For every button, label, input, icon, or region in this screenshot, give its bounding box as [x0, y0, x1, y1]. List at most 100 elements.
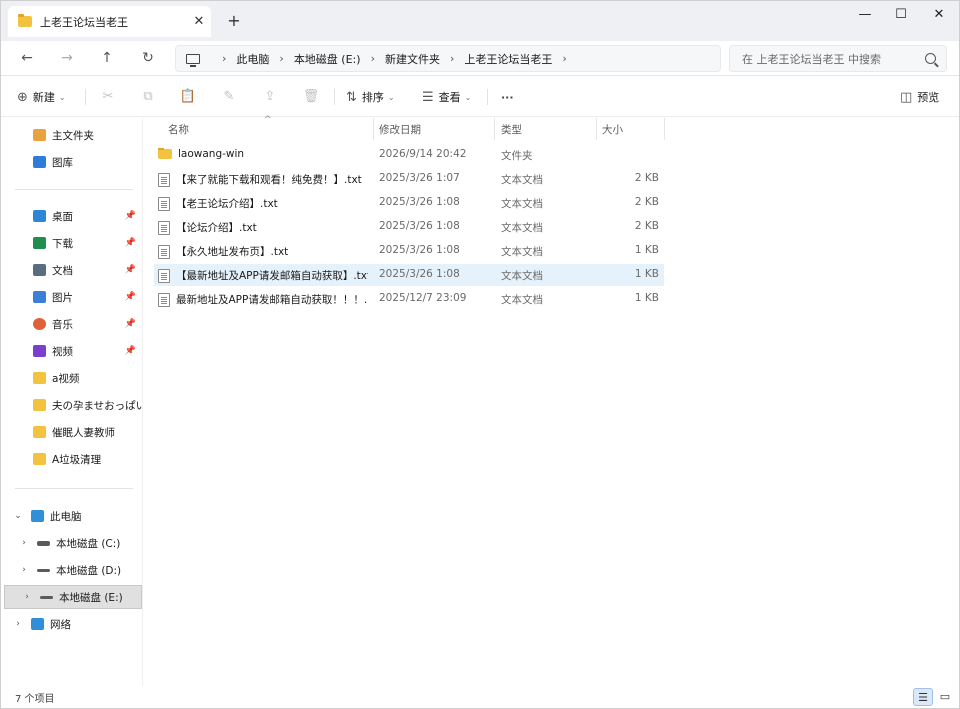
- sidebar-item-music[interactable]: 音乐 📌: [1, 312, 142, 336]
- file-date: 2025/3/26 1:08: [379, 244, 460, 256]
- new-button[interactable]: ⊕ 新建 ⌄: [17, 87, 66, 107]
- paste-icon[interactable]: 📋: [177, 87, 199, 107]
- column-divider[interactable]: [664, 118, 665, 140]
- close-button[interactable]: ✕: [921, 5, 957, 25]
- drive-icon: [40, 595, 53, 599]
- sidebar-item-folder[interactable]: 夫の孕ませおっぱい: [1, 393, 142, 417]
- file-name: laowang-win: [178, 148, 245, 160]
- forward-button[interactable]: →: [55, 47, 79, 69]
- file-row-selected[interactable]: 【最新地址及APP请发邮箱自动获取】.txt 2025/3/26 1:08 文本…: [154, 264, 664, 286]
- tab-close-icon[interactable]: ✕: [187, 14, 211, 29]
- file-size: 1 KB: [634, 292, 659, 304]
- up-button[interactable]: ↑: [95, 47, 119, 69]
- breadcrumb-separator: ›: [222, 52, 227, 65]
- breadcrumb-separator[interactable]: ›: [562, 52, 566, 65]
- drive-icon: [37, 568, 50, 572]
- sidebar-item-drive-c[interactable]: › 本地磁盘 (C:): [1, 531, 142, 555]
- breadcrumb-separator: ›: [279, 52, 284, 65]
- sort-button[interactable]: ⇅ 排序 ⌄: [346, 87, 395, 107]
- search-icon[interactable]: [925, 53, 936, 64]
- file-row[interactable]: 【论坛介绍】.txt 2025/3/26 1:08 文本文档 2 KB: [154, 216, 664, 238]
- file-row[interactable]: 【老王论坛介绍】.txt 2025/3/26 1:08 文本文档 2 KB: [154, 192, 664, 214]
- text-file-icon: [158, 220, 170, 235]
- sidebar-item-drive-d[interactable]: › 本地磁盘 (D:): [1, 558, 142, 582]
- sidebar-item-downloads[interactable]: 下载 📌: [1, 231, 142, 255]
- tab-current-folder[interactable]: 上老王论坛当老王 ✕: [8, 6, 211, 37]
- pin-icon: 📌: [124, 238, 136, 248]
- explorer-window: 上老王论坛当老王 ✕ + — ☐ ✕ ← → ↑ ↻ › 此电脑 › 本地磁盘 …: [0, 0, 960, 709]
- divider: [334, 89, 335, 105]
- breadcrumb-this-pc[interactable]: 此电脑: [236, 51, 269, 67]
- back-button[interactable]: ←: [15, 47, 39, 69]
- column-divider[interactable]: [373, 118, 374, 140]
- breadcrumb-new-folder[interactable]: 新建文件夹: [385, 51, 440, 67]
- view-button[interactable]: ☰ 查看 ⌄: [422, 87, 471, 107]
- sidebar-item-label: 网络: [50, 618, 71, 631]
- rename-icon[interactable]: ✎: [218, 87, 240, 107]
- folder-icon: [33, 372, 46, 384]
- navigation-pane: 主文件夹 图库 桌面 📌 下载 📌 文档 📌 图片 📌 音乐 📌 视频 📌 a视…: [1, 118, 143, 686]
- file-name: 【来了就能下载和观看！纯免费！】.txt: [176, 174, 362, 186]
- chevron-down-icon: ⌄: [58, 92, 66, 102]
- column-divider[interactable]: [494, 118, 495, 140]
- file-row[interactable]: 【永久地址发布页】.txt 2025/3/26 1:08 文本文档 1 KB: [154, 240, 664, 262]
- computer-icon: [31, 510, 44, 522]
- sidebar-item-network[interactable]: › 网络: [1, 612, 142, 636]
- status-bar: 7 个项目 ☰ ▭: [1, 686, 959, 708]
- chevron-right-icon[interactable]: ›: [17, 538, 31, 548]
- file-size: 2 KB: [634, 196, 659, 208]
- view-label: 查看: [438, 91, 461, 104]
- navigation-bar: ← → ↑ ↻ › 此电脑 › 本地磁盘 (E:) › 新建文件夹 › 上老王论…: [1, 41, 959, 76]
- sidebar-item-documents[interactable]: 文档 📌: [1, 258, 142, 282]
- share-icon[interactable]: ⇪: [259, 87, 281, 107]
- address-bar[interactable]: › 此电脑 › 本地磁盘 (E:) › 新建文件夹 › 上老王论坛当老王 ›: [175, 45, 721, 72]
- sidebar-item-drive-e[interactable]: › 本地磁盘 (E:): [4, 585, 142, 609]
- file-row[interactable]: 【来了就能下载和观看！纯免费！】.txt 2025/3/26 1:07 文本文档…: [154, 168, 664, 190]
- column-header-size[interactable]: 大小: [602, 122, 623, 137]
- desktop-icon: [33, 210, 46, 222]
- refresh-button[interactable]: ↻: [136, 47, 160, 69]
- folder-icon: [33, 399, 46, 411]
- sidebar-item-home[interactable]: 主文件夹: [1, 123, 142, 147]
- tiles-view-button[interactable]: ▭: [935, 688, 955, 706]
- pin-icon: 📌: [124, 319, 136, 329]
- more-options-button[interactable]: ···: [501, 87, 514, 107]
- file-row[interactable]: 最新地址及APP请发邮箱自动获取！！！... 2025/12/7 23:09 文…: [154, 288, 664, 310]
- sidebar-item-folder[interactable]: A垃圾清理: [1, 447, 142, 471]
- minimize-button[interactable]: —: [847, 5, 883, 25]
- file-row[interactable]: laowang-win 2026/9/14 20:42 文件夹: [154, 144, 664, 166]
- chevron-right-icon[interactable]: ›: [11, 619, 25, 629]
- cut-icon[interactable]: ✂: [97, 87, 119, 107]
- preview-button[interactable]: ◫ 预览: [900, 87, 939, 107]
- column-divider[interactable]: [596, 118, 597, 140]
- sidebar-item-gallery[interactable]: 图库: [1, 150, 142, 174]
- maximize-button[interactable]: ☐: [883, 5, 919, 25]
- column-header-date[interactable]: 修改日期: [379, 122, 421, 137]
- sidebar-divider: [15, 488, 133, 489]
- breadcrumb-drive-e[interactable]: 本地磁盘 (E:): [294, 51, 361, 67]
- delete-icon[interactable]: 🗑: [300, 87, 322, 107]
- column-header-name[interactable]: 名称: [168, 122, 189, 137]
- chevron-right-icon[interactable]: ›: [17, 565, 31, 575]
- download-icon: [33, 237, 46, 249]
- sidebar-item-folder[interactable]: 催眠人妻教师: [1, 420, 142, 444]
- chevron-right-icon[interactable]: ›: [20, 592, 34, 602]
- sidebar-item-label: a视频: [52, 372, 80, 385]
- folder-icon: [33, 426, 46, 438]
- sidebar-item-label: 此电脑: [50, 510, 82, 523]
- sidebar-item-desktop[interactable]: 桌面 📌: [1, 204, 142, 228]
- new-tab-button[interactable]: +: [225, 11, 243, 31]
- sidebar-item-this-pc[interactable]: ⌄ 此电脑: [1, 504, 142, 528]
- file-type: 文本文档: [501, 294, 543, 306]
- column-header-type[interactable]: 类型: [501, 122, 522, 137]
- sidebar-item-folder[interactable]: a视频: [1, 366, 142, 390]
- sidebar-item-videos[interactable]: 视频 📌: [1, 339, 142, 363]
- search-input[interactable]: 在 上老王论坛当老王 中搜索: [729, 45, 947, 72]
- copy-icon[interactable]: ⧉: [137, 87, 159, 107]
- sidebar-item-pictures[interactable]: 图片 📌: [1, 285, 142, 309]
- details-view-button[interactable]: ☰: [913, 688, 933, 706]
- file-date: 2025/12/7 23:09: [379, 292, 467, 304]
- breadcrumb-current-folder[interactable]: 上老王论坛当老王: [464, 51, 552, 67]
- chevron-down-icon[interactable]: ⌄: [11, 511, 25, 521]
- music-icon: [33, 318, 46, 330]
